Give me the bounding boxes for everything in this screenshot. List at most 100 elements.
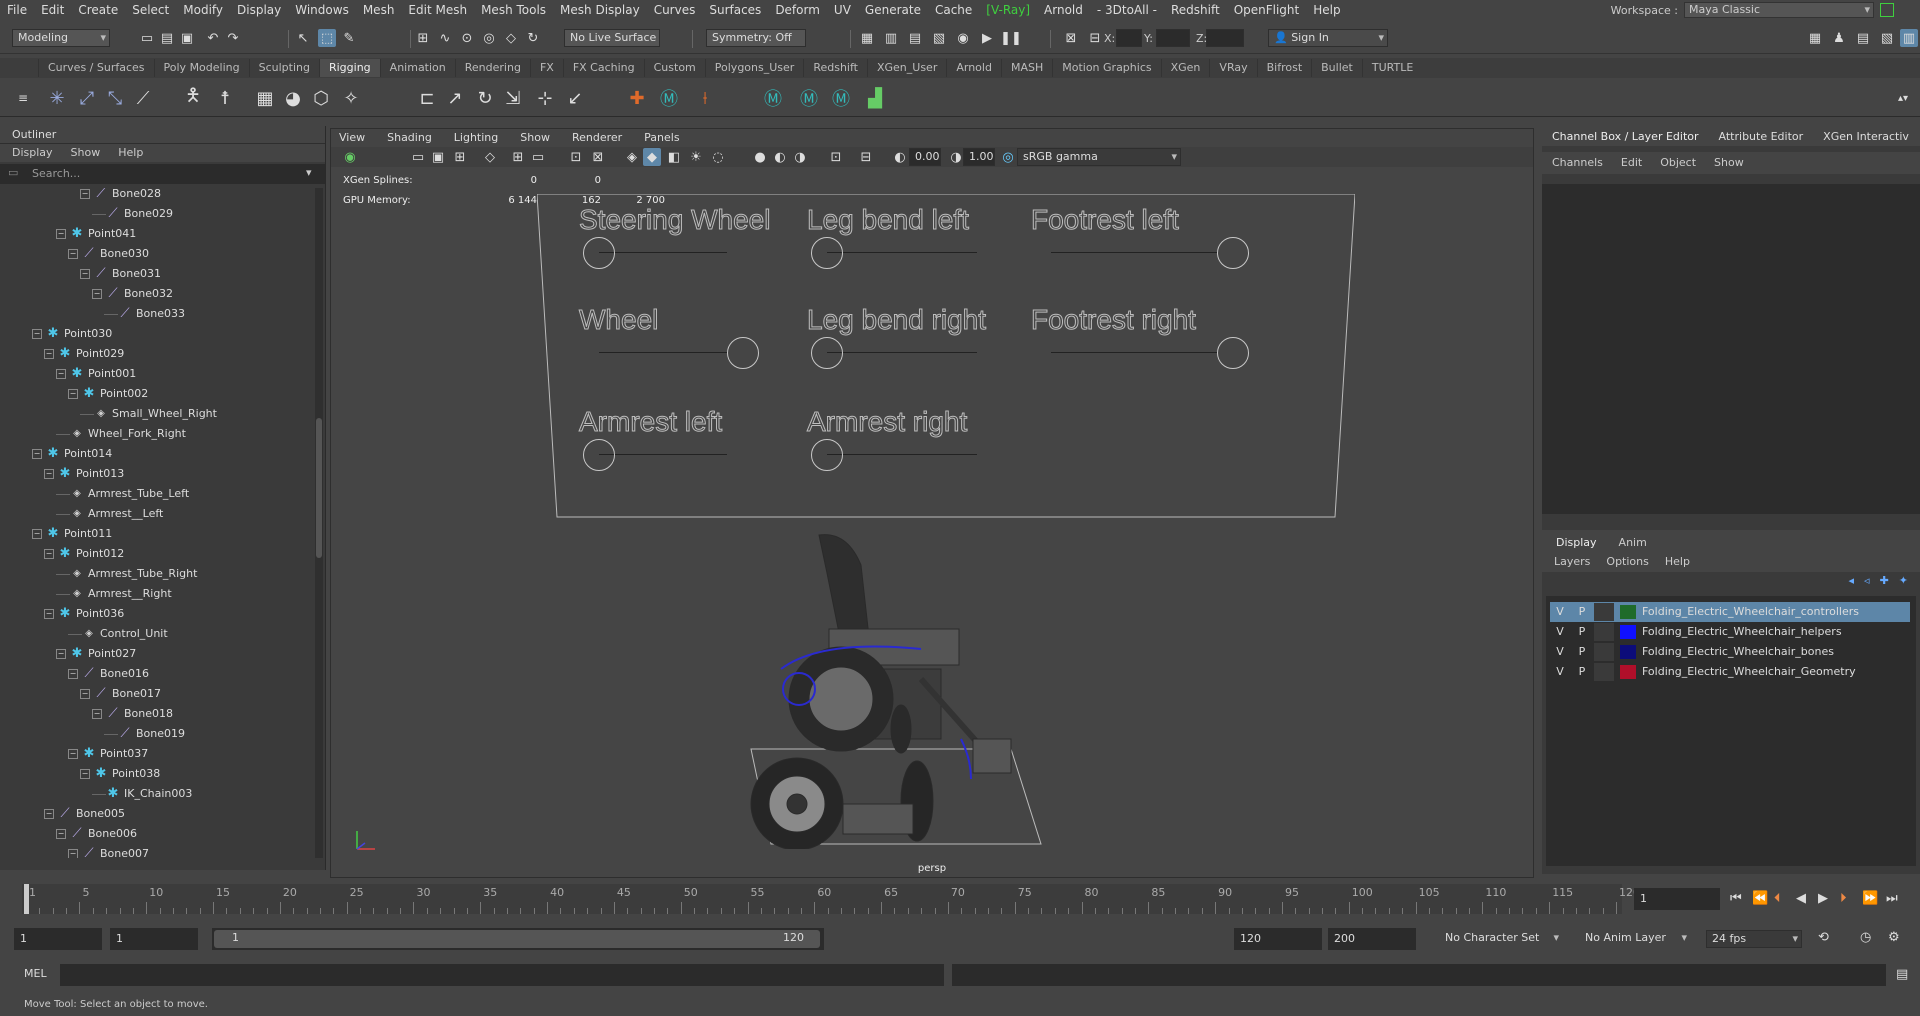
outliner-menu-show[interactable]: Show	[71, 144, 101, 162]
slider-knob[interactable]	[1217, 337, 1249, 369]
outliner-item[interactable]: ◈ Armrest__Right	[56, 584, 172, 604]
xray-icon[interactable]: ◌	[709, 148, 727, 166]
menu-select[interactable]: Select	[125, 3, 176, 17]
layer-type-toggle[interactable]	[1594, 643, 1614, 661]
render-view-icon[interactable]: ▶	[978, 29, 996, 47]
show-menu[interactable]: Show	[1714, 152, 1744, 174]
outliner-item[interactable]: − ⟋ Bone006	[56, 824, 137, 844]
arnold-icon-1[interactable]: Ⓜ	[656, 85, 682, 111]
locator-icon[interactable]: ✚	[624, 85, 650, 111]
step-forward-key-icon[interactable]: ⏩	[1862, 891, 1878, 906]
playback-start-field[interactable]: 1	[110, 928, 198, 950]
gamma-field[interactable]: 1.00	[963, 148, 995, 166]
layer-playback-toggle[interactable]: P	[1572, 623, 1592, 641]
shelf-tab-custom[interactable]: Custom	[643, 59, 705, 77]
menu-uv[interactable]: UV	[827, 3, 858, 17]
collapse-icon[interactable]: −	[44, 549, 54, 559]
range-handle[interactable]	[214, 930, 820, 948]
shelf-tab-animation[interactable]: Animation	[379, 59, 455, 77]
menu-arnold[interactable]: Arnold	[1037, 3, 1090, 17]
time-ruler[interactable]: 1 5 10 15 20 25 30 35 40 45 50 55 60 65 70 75 80 85 90 95 10…	[22, 884, 1640, 914]
outliner-item[interactable]: − ✱ Point012	[44, 544, 124, 564]
shelf-tab-rendering[interactable]: Rendering	[454, 59, 530, 77]
viewport-menu-lighting[interactable]: Lighting	[454, 129, 498, 147]
animation-prefs-icon[interactable]: ⚙	[1888, 930, 1900, 945]
paint-select-icon[interactable]: ✎	[340, 29, 358, 47]
menu-deform[interactable]: Deform	[768, 3, 827, 17]
arnold-icon-2[interactable]: Ⓜ	[760, 85, 786, 111]
outliner-item[interactable]: − ⟋ Bone017	[80, 684, 161, 704]
search-dropdown-icon[interactable]: ▾	[306, 166, 312, 179]
shelf-tab-redshift[interactable]: Redshift	[803, 59, 867, 77]
lasso-tool-icon[interactable]: ⬚	[318, 29, 336, 47]
menu-curves[interactable]: Curves	[647, 3, 703, 17]
joint-tool-icon[interactable]: ✳	[44, 85, 70, 111]
ik-handle-icon[interactable]: ⤢	[74, 85, 100, 111]
current-time-marker[interactable]	[24, 884, 29, 914]
outliner-item[interactable]: ◈ Armrest_Tube_Left	[56, 484, 189, 504]
outliner-item[interactable]: ◈ Wheel_Fork_Right	[56, 424, 186, 444]
shelf-tab-bullet[interactable]: Bullet	[1311, 59, 1362, 77]
film-gate-icon[interactable]: ▭	[529, 148, 547, 166]
wireframe-shade-icon[interactable]: ◈	[623, 148, 641, 166]
layer-color-swatch[interactable]	[1620, 645, 1636, 659]
shelf-tab-fx[interactable]: FX	[529, 59, 563, 77]
menu-v-ray[interactable]: [V-Ray]	[979, 3, 1037, 17]
graph-icon[interactable]: ▟	[862, 85, 888, 111]
slider-knob[interactable]	[583, 237, 615, 269]
modeling-toolkit-icon[interactable]: ▦	[1806, 29, 1824, 47]
slider-knob[interactable]	[727, 337, 759, 369]
collapse-icon[interactable]: −	[56, 369, 66, 379]
shelf-tab-turtle[interactable]: TURTLE	[1361, 59, 1422, 77]
snap-curve-icon[interactable]: ∿	[436, 29, 454, 47]
outliner-item[interactable]: ◈ Small_Wheel_Right	[80, 404, 217, 424]
collapse-icon[interactable]: −	[92, 289, 102, 299]
menu-help[interactable]: Help	[1306, 3, 1347, 17]
mel-label[interactable]: MEL	[24, 967, 47, 980]
menu-mesh[interactable]: Mesh	[356, 3, 402, 17]
slider-knob[interactable]	[811, 337, 843, 369]
lighting-icon[interactable]: ☀	[687, 148, 705, 166]
new-layer-selected-icon[interactable]: ✦	[1899, 574, 1908, 587]
go-to-end-icon[interactable]: ⏭	[1886, 891, 1898, 906]
mode-selector[interactable]: Modeling	[12, 29, 110, 47]
shelf-tab-rigging[interactable]: Rigging	[318, 59, 380, 77]
wheelchair-model[interactable]	[711, 519, 1051, 849]
menu-surfaces[interactable]: Surfaces	[702, 3, 768, 17]
render-sequence-icon[interactable]: ▥	[882, 29, 900, 47]
menu-edit[interactable]: Edit	[34, 3, 71, 17]
outliner-item[interactable]: ◈ Armrest__Left	[56, 504, 163, 524]
menu-windows[interactable]: Windows	[288, 3, 356, 17]
pause-icon[interactable]: ❚❚	[1000, 29, 1022, 47]
collapse-icon[interactable]: −	[56, 229, 66, 239]
outliner-menu-help[interactable]: Help	[118, 144, 143, 162]
safe-action-icon[interactable]: ⊡	[567, 148, 585, 166]
quick-rig-icon[interactable]: 🯅	[180, 85, 206, 111]
outliner-item[interactable]: − ✱ Point011	[32, 524, 112, 544]
collapse-icon[interactable]: −	[56, 829, 66, 839]
viewport-menu-show[interactable]: Show	[520, 129, 550, 147]
viewport-menu-shading[interactable]: Shading	[387, 129, 432, 147]
tool-settings-icon[interactable]: ▧	[1878, 29, 1896, 47]
sign-in-button[interactable]: 👤 Sign In	[1268, 29, 1388, 47]
snap-live-icon[interactable]: ↻	[524, 29, 542, 47]
outliner-item[interactable]: − ✱ Point002	[68, 384, 148, 404]
orient-constraint-icon[interactable]: ↻	[472, 85, 498, 111]
xray-joints-icon[interactable]: ⊟	[857, 148, 875, 166]
ao-icon[interactable]: ●	[751, 148, 769, 166]
collapse-icon[interactable]: −	[44, 349, 54, 359]
layer-visibility-toggle[interactable]: V	[1550, 603, 1570, 621]
collapse-icon[interactable]: −	[68, 749, 78, 759]
step-back-key-icon[interactable]: ⏪	[1752, 891, 1768, 906]
layer-type-toggle[interactable]	[1594, 663, 1614, 681]
animation-start-field[interactable]: 1	[14, 928, 102, 950]
slider-knob[interactable]	[583, 439, 615, 471]
outliner-item[interactable]: ◈ Armrest_Tube_Right	[56, 564, 197, 584]
color-space-dropdown[interactable]: sRGB gamma	[1017, 148, 1181, 166]
smooth-shade-icon[interactable]: ◆	[643, 148, 661, 166]
ik-spline-icon[interactable]: ⤡	[102, 85, 128, 111]
y-field[interactable]	[1156, 29, 1190, 47]
go-to-start-icon[interactable]: ⏮	[1730, 891, 1742, 906]
snap-view-icon[interactable]: ◎	[480, 29, 498, 47]
outliner-item[interactable]: ⟋ Bone033	[104, 304, 185, 324]
